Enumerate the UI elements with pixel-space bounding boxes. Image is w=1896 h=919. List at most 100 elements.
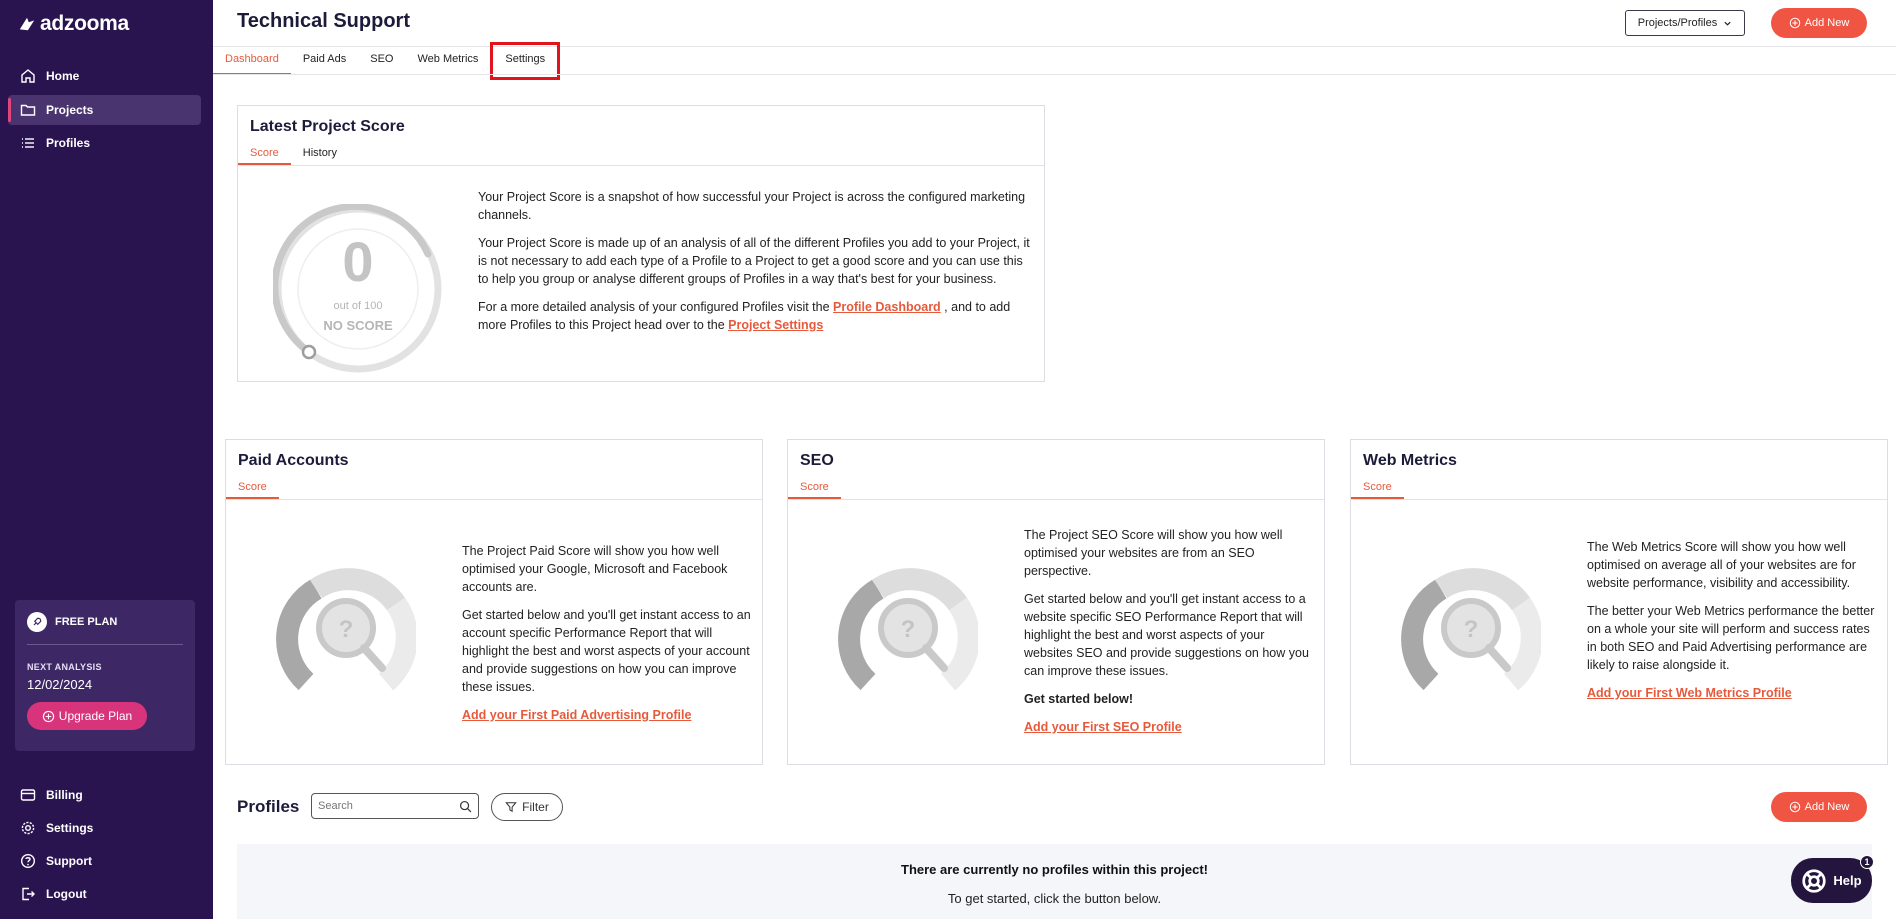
score-desc-p2: Your Project Score is made up of an anal… [478, 236, 1030, 286]
header-add-new-button[interactable]: Add New [1771, 8, 1867, 38]
seo-description: The Project SEO Score will show you how … [1024, 526, 1316, 746]
folder-icon [20, 104, 36, 116]
sidebar-item-profiles[interactable]: Profiles [8, 128, 201, 158]
latest-project-score-card: Latest Project Score Score History 0 out… [237, 105, 1045, 382]
lifebuoy-icon [1802, 868, 1827, 893]
sidebar-item-home[interactable]: Home [8, 61, 201, 91]
plan-header: FREE PLAN [27, 600, 183, 645]
web-metrics-subtabs: Score [1351, 476, 1887, 500]
rocket-icon [27, 612, 47, 632]
web-metrics-description: The Web Metrics Score will show you how … [1587, 538, 1879, 712]
subtab-score[interactable]: Score [788, 476, 841, 499]
brand-name: adzooma [40, 12, 129, 35]
profiles-add-new-button[interactable]: Add New [1771, 792, 1867, 822]
paid-score-gauge: ? [276, 564, 418, 704]
billing-icon [20, 789, 36, 801]
score-description: Your Project Score is a snapshot of how … [478, 188, 1033, 344]
plan-card: FREE PLAN NEXT ANALYSIS 12/02/2024 Upgra… [15, 600, 195, 751]
card-title: Web Metrics [1363, 452, 1457, 469]
card-title: Latest Project Score [250, 118, 405, 135]
filter-icon [505, 802, 517, 813]
logo-icon [19, 17, 35, 31]
logout-icon [22, 887, 35, 901]
score-out-of: out of 100 [333, 300, 383, 312]
add-paid-profile-link[interactable]: Add your First Paid Advertising Profile [462, 708, 691, 722]
project-score-gauge: 0 out of 100 NO SCORE [271, 203, 443, 374]
sidebar-item-billing[interactable]: Billing [8, 780, 201, 810]
score-desc-p3-text: For a more detailed analysis of your con… [478, 300, 834, 314]
app-root: adzooma Home Projects Profiles FREE PLAN… [0, 0, 1896, 919]
sidebar-item-label: Home [46, 69, 80, 83]
svg-text:?: ? [339, 616, 354, 643]
sidebar-item-label: Logout [46, 887, 87, 901]
project-tabs: Dashboard Paid Ads SEO Web Metrics Setti… [213, 42, 561, 80]
tab-settings[interactable]: Settings [490, 42, 561, 80]
empty-subtitle: To get started, click the button below. [947, 891, 1162, 906]
add-seo-profile-link[interactable]: Add your First SEO Profile [1024, 720, 1182, 734]
filter-button[interactable]: Filter [491, 793, 563, 821]
help-circle-icon [20, 853, 36, 869]
magnifier-gauge-graphic: ? [838, 568, 980, 691]
projects-profiles-dropdown[interactable]: Projects/Profiles [1625, 10, 1745, 36]
search-icon[interactable] [459, 800, 472, 813]
tab-dashboard[interactable]: Dashboard [213, 47, 291, 75]
web-metrics-score-gauge: ? [1401, 564, 1543, 704]
tab-seo[interactable]: SEO [358, 47, 405, 75]
next-analysis-date: 12/02/2024 [27, 677, 93, 692]
seo-card: SEO Score ? The Project SEO Score will s… [787, 439, 1325, 765]
sidebar-item-support[interactable]: Support [8, 846, 201, 876]
tab-paid-ads[interactable]: Paid Ads [291, 47, 358, 75]
subtab-score[interactable]: Score [1351, 476, 1404, 499]
help-button[interactable]: Help 1 [1791, 855, 1874, 903]
sidebar-item-projects[interactable]: Projects [8, 95, 201, 125]
profiles-empty-state: There are currently no profiles within t… [237, 844, 1872, 919]
page-title: Technical Support [237, 10, 410, 32]
sidebar-item-label: Settings [46, 821, 94, 835]
add-web-metrics-profile-link[interactable]: Add your First Web Metrics Profile [1587, 686, 1792, 700]
tabs-divider [213, 74, 1896, 75]
web-metrics-card: Web Metrics Score ? The Web Metrics Scor… [1350, 439, 1888, 765]
score-value: 0 [342, 230, 374, 293]
svg-text:?: ? [1464, 616, 1479, 643]
filter-label: Filter [522, 800, 549, 814]
tab-web-metrics[interactable]: Web Metrics [405, 47, 490, 75]
notification-badge: 1 [1860, 855, 1874, 869]
sidebar-item-label: Profiles [46, 136, 91, 150]
next-analysis-label: NEXT ANALYSIS [27, 662, 102, 672]
empty-title: There are currently no profiles within t… [901, 862, 1208, 877]
profile-search [311, 793, 479, 819]
search-input[interactable] [318, 800, 448, 812]
add-new-label: Add New [1804, 17, 1850, 29]
svg-text:?: ? [901, 616, 916, 643]
score-subtabs: Score History [238, 142, 1044, 166]
sidebar-item-logout[interactable]: Logout [8, 879, 201, 909]
home-icon [21, 69, 35, 83]
upgrade-plan-button[interactable]: Upgrade Plan [27, 702, 147, 730]
paid-description: The Project Paid Score will show you how… [462, 542, 754, 734]
plan-label: FREE PLAN [55, 616, 118, 628]
sidebar-item-label: Billing [46, 788, 83, 802]
paid-subtabs: Score [226, 476, 762, 500]
chevron-down-icon [1724, 21, 1731, 26]
subtab-score[interactable]: Score [238, 142, 291, 165]
web-desc-p2: The better your Web Metrics performance … [1587, 604, 1875, 672]
profiles-title: Profiles [237, 797, 300, 816]
card-title: Paid Accounts [238, 452, 349, 469]
brand-logo[interactable]: adzooma [18, 12, 129, 36]
upgrade-plan-label: Upgrade Plan [58, 709, 133, 723]
seo-desc-p2: Get started below and you'll get instant… [1024, 592, 1309, 678]
subtab-score[interactable]: Score [226, 476, 279, 499]
list-icon [22, 138, 34, 148]
web-desc-p1: The Web Metrics Score will show you how … [1587, 540, 1856, 590]
magnifier-gauge-graphic: ? [276, 568, 418, 691]
seo-desc-p3: Get started below! [1024, 692, 1134, 706]
project-settings-link[interactable]: Project Settings [728, 318, 823, 332]
score-status: NO SCORE [323, 318, 393, 333]
paid-desc-p2: Get started below and you'll get instant… [462, 608, 751, 694]
seo-subtabs: Score [788, 476, 1324, 500]
plus-circle-icon [42, 710, 54, 722]
subtab-history[interactable]: History [291, 142, 349, 165]
profile-dashboard-link[interactable]: Profile Dashboard [833, 300, 941, 314]
sidebar-item-settings[interactable]: Settings [8, 813, 201, 843]
seo-score-gauge: ? [838, 564, 980, 704]
